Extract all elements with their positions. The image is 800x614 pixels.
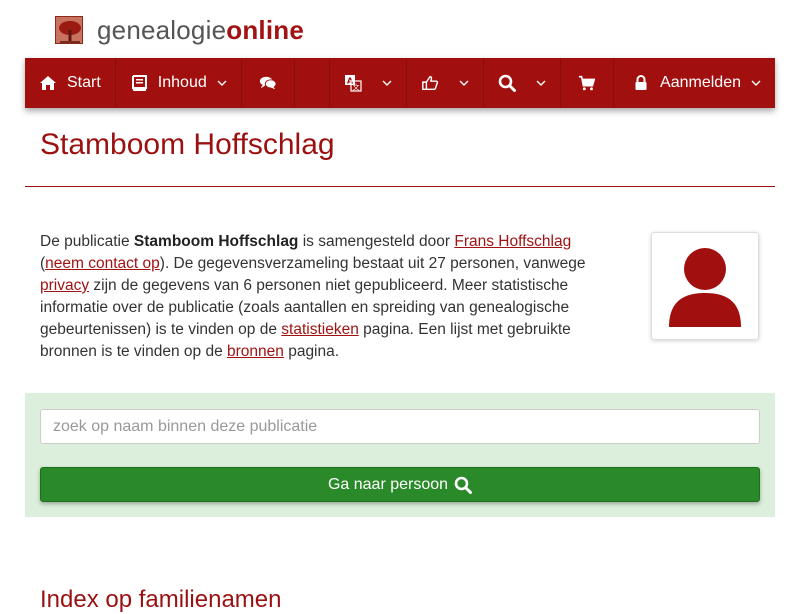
lock-icon xyxy=(632,74,650,92)
author-link[interactable]: Frans Hoffschlag xyxy=(454,233,571,250)
person-search-input[interactable] xyxy=(40,409,760,444)
chevron-down-icon xyxy=(459,78,469,88)
nav-search[interactable] xyxy=(484,58,562,108)
nav-cart[interactable] xyxy=(561,58,615,108)
privacy-link[interactable]: privacy xyxy=(40,277,89,294)
intro-text: is samengesteld door xyxy=(298,233,455,250)
nav-forum[interactable] xyxy=(242,58,295,108)
translate-icon: A文 xyxy=(344,74,362,92)
thumbs-up-icon xyxy=(421,74,439,92)
nav-inhoud-label: Inhoud xyxy=(157,74,207,91)
page-title: Stamboom Hoffschlag xyxy=(40,128,335,161)
main-navbar: Start Inhoud A文 Aanmelden xyxy=(25,58,775,108)
svg-text:文: 文 xyxy=(353,83,360,92)
go-to-person-button[interactable]: Ga naar persoon xyxy=(40,467,760,502)
site-name-part2: online xyxy=(226,14,304,45)
nav-start-label: Start xyxy=(67,74,101,91)
shopping-cart-icon xyxy=(578,74,596,92)
author-avatar[interactable] xyxy=(651,232,759,340)
nav-inhoud[interactable]: Inhoud xyxy=(116,58,242,108)
nav-start[interactable]: Start xyxy=(25,58,116,108)
intro-text: pagina. xyxy=(283,343,340,360)
title-divider xyxy=(25,186,775,187)
tree-logo-icon[interactable] xyxy=(55,16,83,44)
chevron-down-icon xyxy=(536,78,546,88)
search-icon xyxy=(454,476,473,494)
family-index-heading: Index op familienamen xyxy=(40,586,282,613)
home-icon xyxy=(39,74,57,92)
go-to-person-label: Ga naar persoon xyxy=(327,475,449,493)
chevron-down-icon xyxy=(751,78,761,88)
site-name-part1: genealogie xyxy=(97,14,227,45)
intro-text: De publicatie xyxy=(40,233,134,250)
book-icon xyxy=(130,74,148,92)
statistics-link[interactable]: statistieken xyxy=(281,321,359,338)
search-icon xyxy=(498,74,517,92)
site-header: genealogieonline xyxy=(55,14,304,46)
chevron-down-icon xyxy=(382,78,392,88)
user-silhouette-icon xyxy=(658,239,752,333)
person-search-panel: Ga naar persoon xyxy=(25,393,775,517)
nav-share[interactable] xyxy=(407,58,485,108)
sources-link[interactable]: bronnen xyxy=(227,343,284,360)
publication-name: Stamboom Hoffschlag xyxy=(133,233,299,250)
publication-intro: De publicatie Stamboom Hoffschlag is sam… xyxy=(40,231,615,363)
intro-text: ). De gegevensverzameling bestaat uit 27… xyxy=(159,255,586,272)
contact-link[interactable]: neem contact op xyxy=(45,255,160,272)
nav-login-label: Aanmelden xyxy=(660,74,741,91)
comments-icon xyxy=(259,74,277,92)
nav-login[interactable]: Aanmelden xyxy=(614,58,775,108)
nav-language[interactable]: A文 xyxy=(330,58,408,108)
nav-spacer xyxy=(295,58,331,108)
chevron-down-icon xyxy=(217,78,227,88)
site-name[interactable]: genealogieonline xyxy=(97,15,304,46)
